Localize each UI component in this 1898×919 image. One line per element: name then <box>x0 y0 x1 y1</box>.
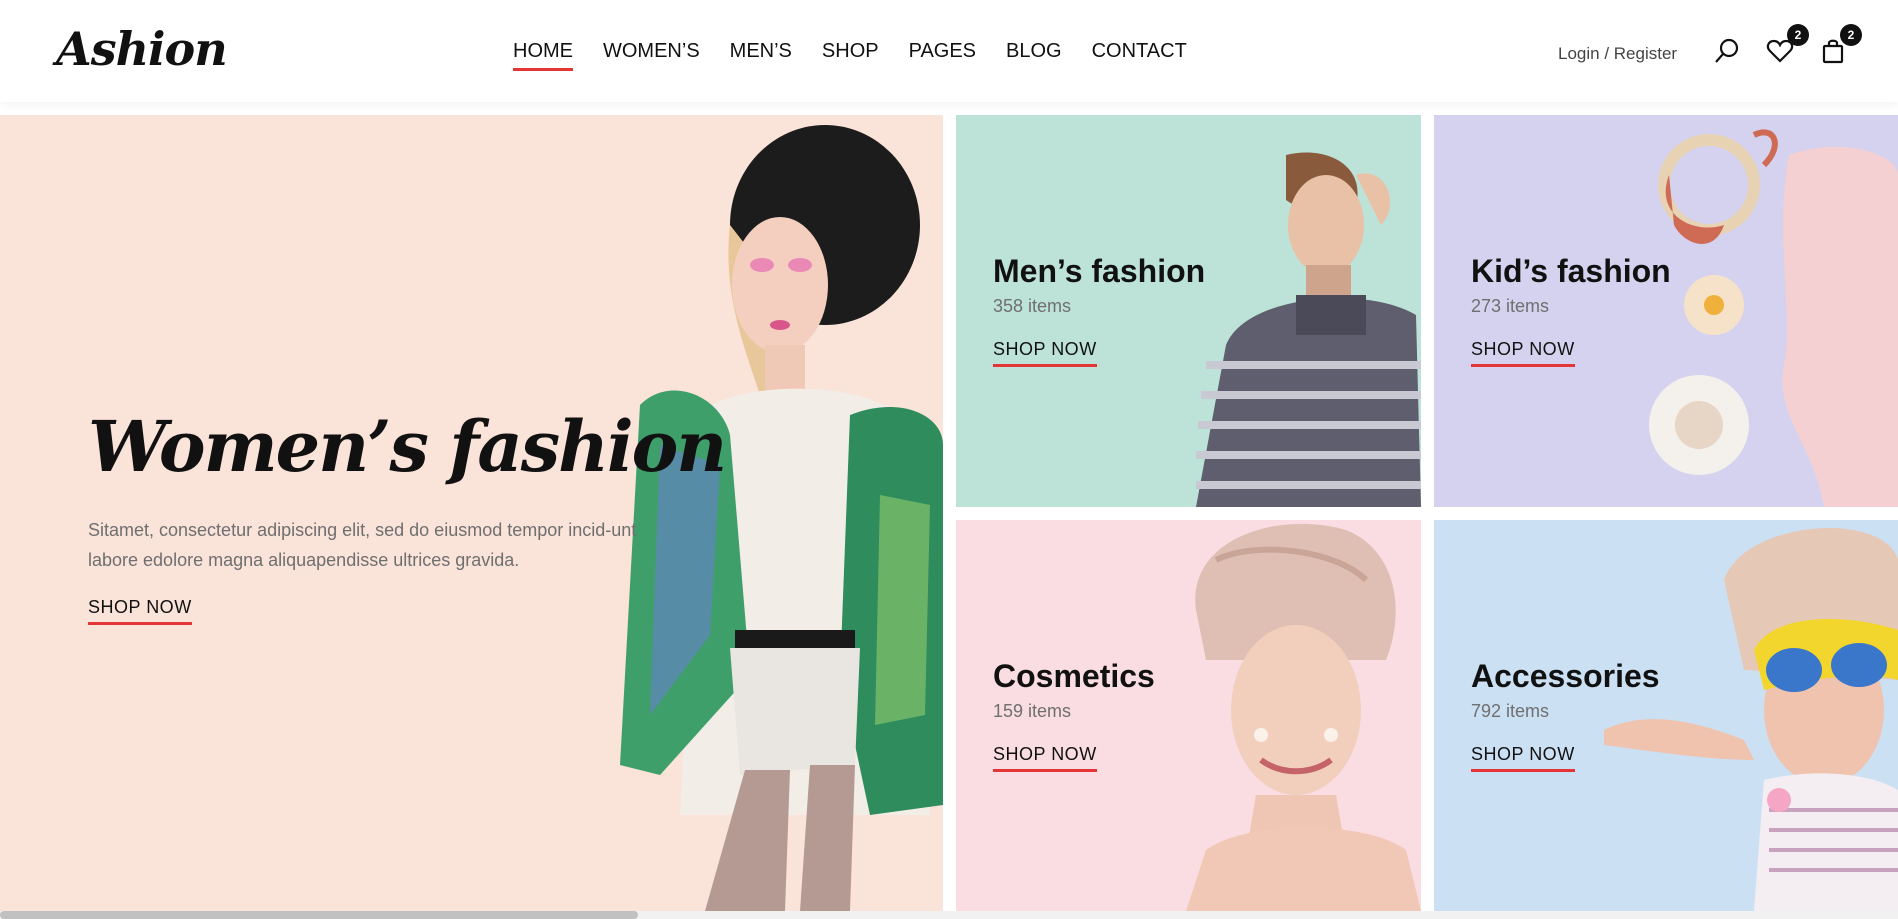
scrollbar-thumb[interactable] <box>0 911 638 919</box>
category-title: Kid’s fashion <box>1471 253 1671 289</box>
category-title: Accessories <box>1471 658 1660 694</box>
cart-count-badge: 2 <box>1840 24 1862 46</box>
category-title: Cosmetics <box>993 658 1155 694</box>
heart-icon[interactable]: 2 <box>1765 24 1809 66</box>
nav-item-mens[interactable]: MEN’S <box>730 40 792 71</box>
cosmetics-model-image <box>1186 523 1421 911</box>
cosmetics-shop-now-link[interactable]: SHOP NOW <box>993 744 1097 772</box>
category-tile-kids[interactable]: Kid’s fashion 273 items SHOP NOW <box>1434 115 1898 507</box>
login-register-link[interactable]: Login / Register <box>1558 44 1677 64</box>
category-tile-mens[interactable]: Men’s fashion 358 items SHOP NOW <box>956 115 1421 507</box>
category-tile-accessories[interactable]: Accessories 792 items SHOP NOW <box>1434 520 1898 911</box>
accessories-shop-now-link[interactable]: SHOP NOW <box>1471 744 1575 772</box>
search-icon[interactable] <box>1712 36 1742 66</box>
nav-item-shop[interactable]: SHOP <box>822 40 879 71</box>
nav-item-home[interactable]: HOME <box>513 40 573 71</box>
category-item-count: 358 items <box>993 296 1072 316</box>
category-tile-cosmetics[interactable]: Cosmetics 159 items SHOP NOW <box>956 520 1421 911</box>
main-nav: HOME WOMEN’S MEN’S SHOP PAGES BLOG CONTA… <box>513 40 1187 71</box>
hero-title: Women’s fashion <box>88 405 727 488</box>
site-header: Ashion HOME WOMEN’S MEN’S SHOP PAGES BLO… <box>0 0 1898 102</box>
kids-products-image <box>1649 129 1898 507</box>
kids-shop-now-link[interactable]: SHOP NOW <box>1471 339 1575 367</box>
wishlist-count-badge: 2 <box>1787 24 1809 46</box>
hero-description: Sitamet, consectetur adipiscing elit, se… <box>88 520 637 570</box>
nav-item-blog[interactable]: BLOG <box>1006 40 1062 71</box>
category-title: Men’s fashion <box>993 253 1206 289</box>
nav-item-pages[interactable]: PAGES <box>909 40 976 71</box>
hero-banner-womens: Women’s fashion Sitamet, consectetur adi… <box>0 115 943 911</box>
hero-shop-now-link[interactable]: SHOP NOW <box>88 597 192 625</box>
site-logo[interactable]: Ashion <box>56 22 228 76</box>
nav-item-contact[interactable]: CONTACT <box>1092 40 1187 71</box>
category-item-count: 792 items <box>1471 701 1550 721</box>
category-item-count: 159 items <box>993 701 1072 721</box>
nav-item-womens[interactable]: WOMEN’S <box>603 40 700 71</box>
horizontal-scrollbar[interactable] <box>0 911 1898 919</box>
shopping-bag-icon[interactable]: 2 <box>1818 24 1862 66</box>
mens-shop-now-link[interactable]: SHOP NOW <box>993 339 1097 367</box>
hero-model-image <box>620 125 943 911</box>
mens-model-image <box>1196 152 1421 507</box>
accessories-model-image <box>1604 527 1898 911</box>
category-item-count: 273 items <box>1471 296 1550 316</box>
